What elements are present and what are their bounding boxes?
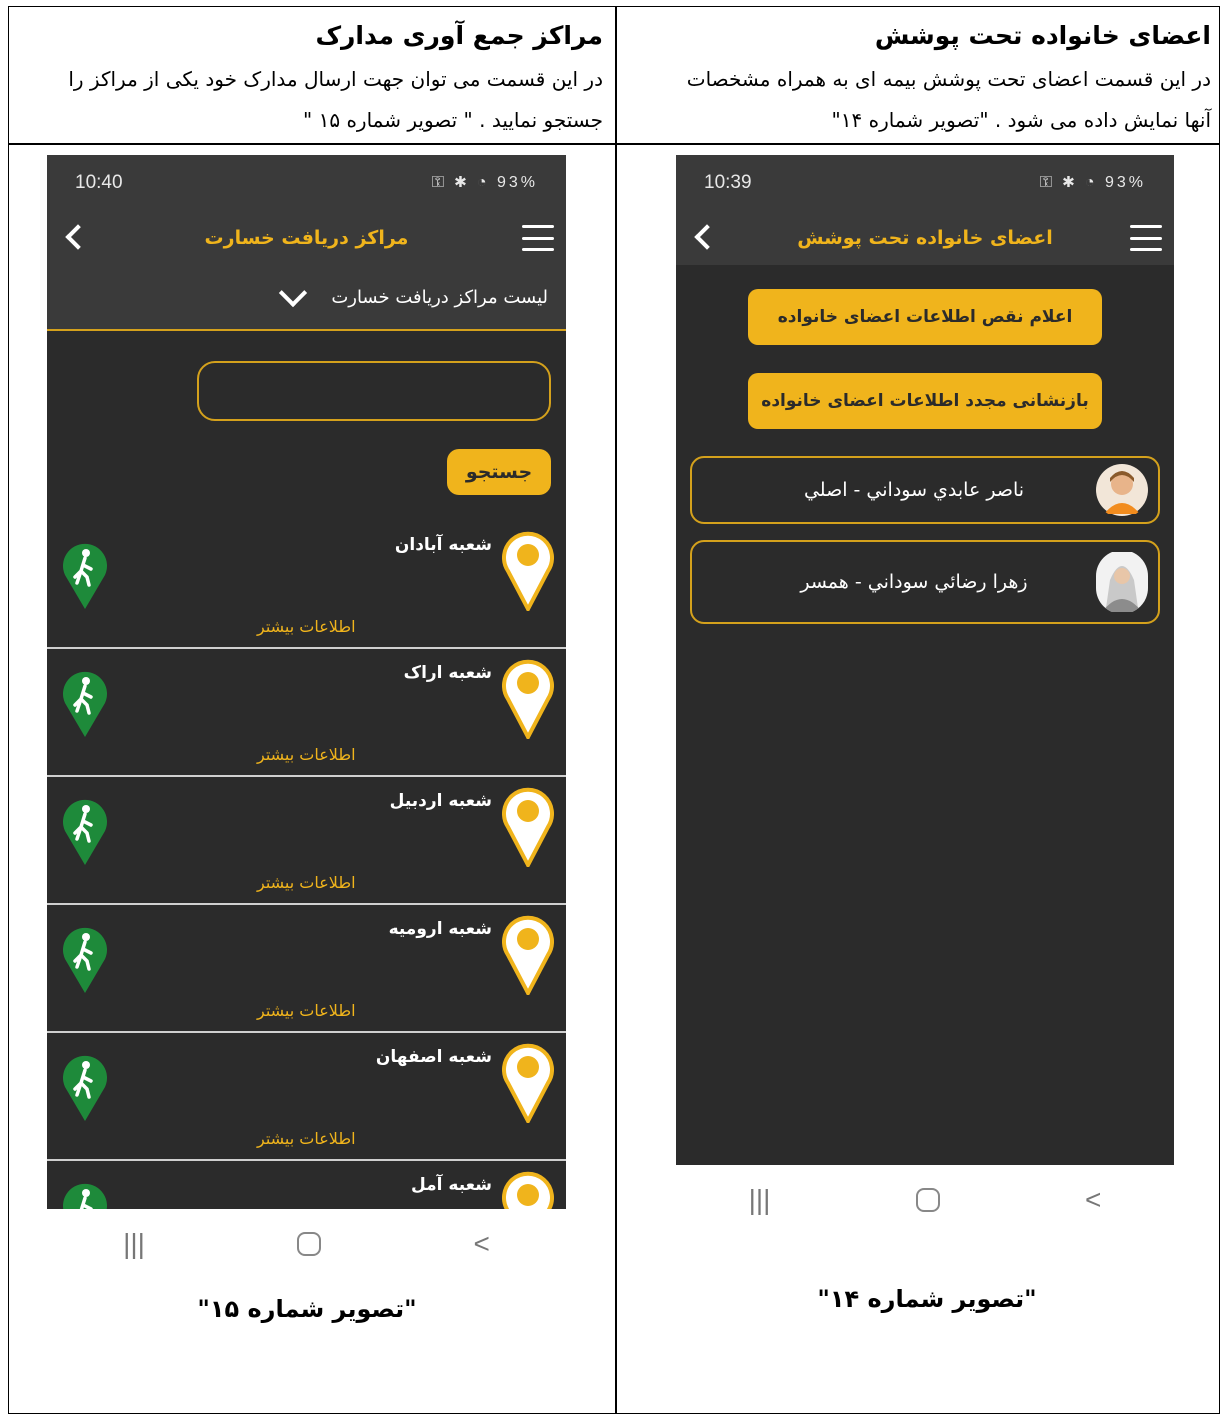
centers-section-desc-2: جستجو نمایید . " تصویر شماره ۱۵ " — [303, 108, 603, 132]
more-info-link[interactable]: اطلاعات بیشتر — [257, 873, 356, 892]
screenshot-15: 10:40 ⚿ ✱ ◔ 93% مراکز دریافت خسارت لیست … — [47, 155, 566, 1209]
status-icons: ⚿ ✱ ◔ 93% — [431, 174, 538, 191]
branch-row[interactable]: شعبه آبادان اطلاعات بیشتر — [47, 521, 566, 649]
app-bar: اعضای خانواده تحت پوشش — [676, 211, 1174, 265]
map-pin-icon — [502, 659, 554, 739]
row-divider — [9, 143, 1219, 145]
avatar-male-icon — [1096, 464, 1148, 516]
centers-section-title: مراکز جمع آوری مدارک — [315, 21, 603, 50]
map-pin-icon — [502, 1043, 554, 1123]
branch-name: شعبه اصفهان — [375, 1047, 492, 1067]
branch-name: شعبه ارومیه — [388, 919, 492, 939]
walking-person-icon[interactable] — [61, 1053, 109, 1123]
android-nav-bar: ||| < — [676, 1165, 1174, 1235]
column-divider — [615, 7, 617, 1413]
centers-list-dropdown[interactable]: لیست مراکز دریافت خسارت — [47, 265, 566, 331]
battery-level: 93% — [1104, 174, 1146, 191]
recent-apps-button[interactable]: ||| — [749, 1184, 771, 1216]
more-info-link[interactable]: اطلاعات بیشتر — [257, 617, 356, 636]
status-icons: ⚿ ✱ ◔ 93% — [1039, 174, 1146, 191]
screenshot-14: 10:39 ⚿ ✱ ◔ 93% اعضای خانواده تحت پوشش ا… — [676, 155, 1174, 1165]
map-pin-icon — [502, 787, 554, 867]
centers-list-label: لیست مراکز دریافت خسارت — [331, 286, 548, 308]
branch-name: شعبه آبادان — [394, 535, 492, 555]
walking-person-icon[interactable] — [61, 797, 109, 867]
nav-back-button[interactable]: < — [473, 1228, 489, 1260]
member-name: ناصر عابدي سوداني - اصلي — [803, 479, 1025, 501]
walking-person-icon[interactable] — [61, 925, 109, 995]
search-input[interactable] — [197, 361, 551, 421]
branch-row[interactable]: شعبه اراک اطلاعات بیشتر — [47, 649, 566, 777]
battery-level: 93% — [496, 174, 538, 191]
branch-row[interactable]: شعبه اردبیل اطلاعات بیشتر — [47, 777, 566, 905]
hamburger-menu-icon[interactable] — [522, 225, 554, 251]
family-section-title: اعضای خانواده تحت پوشش — [874, 21, 1211, 50]
hamburger-menu-icon[interactable] — [1130, 225, 1162, 251]
avatar-female-icon — [1096, 552, 1148, 612]
walking-person-icon[interactable] — [61, 1181, 109, 1209]
app-title: اعضای خانواده تحت پوشش — [797, 227, 1053, 249]
map-pin-icon — [502, 915, 554, 995]
reset-family-info-button[interactable]: بازنشانی مجدد اطلاعات اعضای خانواده — [748, 373, 1102, 429]
branch-row[interactable]: شعبه اصفهان اطلاعات بیشتر — [47, 1033, 566, 1161]
more-info-link[interactable]: اطلاعات بیشتر — [257, 745, 356, 764]
centers-section-text: مراکز جمع آوری مدارک در این قسمت می توان… — [9, 7, 613, 143]
recent-apps-button[interactable]: ||| — [123, 1228, 145, 1260]
family-section-desc-2: آنها نمایش داده می شود . "تصویر شماره ۱۴… — [831, 108, 1211, 132]
search-button[interactable]: جستجو — [447, 449, 551, 495]
status-time: 10:39 — [704, 172, 752, 193]
member-card[interactable]: ناصر عابدي سوداني - اصلي — [690, 456, 1160, 524]
member-name: زهرا رضائي سوداني - همسر — [800, 571, 1028, 593]
app-title: مراکز دریافت خسارت — [204, 227, 409, 249]
back-arrow-icon[interactable] — [59, 222, 91, 254]
report-missing-info-button[interactable]: اعلام نقص اطلاعات اعضای خانواده — [748, 289, 1102, 345]
back-arrow-icon[interactable] — [688, 222, 720, 254]
more-info-link[interactable]: اطلاعات بیشتر — [257, 1001, 356, 1020]
branch-name: شعبه آمل — [410, 1175, 492, 1195]
home-button[interactable] — [297, 1232, 322, 1256]
walking-person-icon[interactable] — [61, 541, 109, 611]
branch-name: شعبه اردبیل — [389, 791, 492, 811]
walking-person-icon[interactable] — [61, 669, 109, 739]
branch-row[interactable]: شعبه آملاطلاعات بیشتر — [47, 1161, 566, 1209]
member-card[interactable]: زهرا رضائي سوداني - همسر — [690, 540, 1160, 624]
android-nav-bar: ||| < — [47, 1209, 566, 1279]
branch-row[interactable]: شعبه ارومیه اطلاعات بیشتر — [47, 905, 566, 1033]
chevron-down-icon — [279, 278, 308, 308]
family-section-desc-1: در این قسمت اعضای تحت پوشش بیمه ای به هم… — [686, 67, 1211, 91]
centers-section-desc-1: در این قسمت می توان جهت ارسال مدارک خود … — [68, 67, 603, 91]
caption-14: "تصویر شماره ۱۴" — [817, 1285, 1037, 1313]
status-time: 10:40 — [75, 172, 123, 193]
nav-back-button[interactable]: < — [1085, 1184, 1101, 1216]
branch-name: شعبه اراک — [403, 663, 492, 683]
app-bar: مراکز دریافت خسارت — [47, 211, 566, 265]
home-button[interactable] — [915, 1188, 940, 1212]
caption-15: "تصویر شماره ۱۵" — [197, 1295, 417, 1323]
map-pin-icon — [502, 1171, 554, 1209]
status-bar: 10:39 ⚿ ✱ ◔ 93% — [676, 155, 1174, 211]
family-section-text: اعضای خانواده تحت پوشش در این قسمت اعضای… — [617, 7, 1220, 143]
document-table: اعضای خانواده تحت پوشش در این قسمت اعضای… — [8, 6, 1220, 1414]
status-bar: 10:40 ⚿ ✱ ◔ 93% — [47, 155, 566, 211]
map-pin-icon — [502, 531, 554, 611]
more-info-link[interactable]: اطلاعات بیشتر — [257, 1129, 356, 1148]
